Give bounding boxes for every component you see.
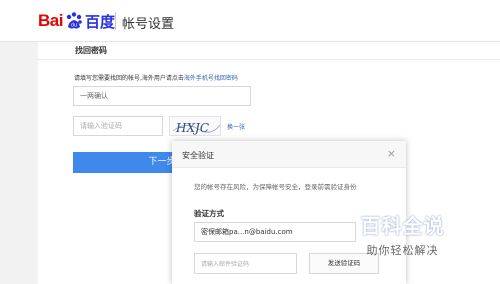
header-separator xyxy=(115,12,116,30)
watermark-subtitle: 助你轻松解决 xyxy=(366,244,439,257)
watermark-title: 百科全说 xyxy=(360,214,445,238)
baidu-logo[interactable]: Bai du 百度 xyxy=(38,9,115,33)
close-icon[interactable]: × xyxy=(387,147,396,160)
tip-text: 请填写您需要找回的帐号,海外用户请点击 xyxy=(74,75,184,82)
verify-method-select[interactable]: 密保邮箱pa...n@baidu.com xyxy=(194,222,356,242)
section-title: 找回密码 xyxy=(75,46,107,55)
verify-method-label: 验证方式 xyxy=(194,209,224,218)
refresh-captcha-link[interactable]: 换一张 xyxy=(227,122,245,131)
instruction-text: 请填写您需要找回的帐号,海外用户请点击海外手机号找回密码 xyxy=(74,73,238,82)
section-divider xyxy=(38,59,500,60)
dialog-header: 安全验证 × xyxy=(172,141,406,168)
dialog-description: 您的帐号存在风险，为保障帐号安全，登录前需验证身份 xyxy=(194,183,357,191)
overseas-link[interactable]: 海外手机号找回密码 xyxy=(184,75,238,82)
logo-text-bai: Bai xyxy=(38,11,63,30)
dialog-title: 安全验证 xyxy=(182,151,214,160)
svg-text:du: du xyxy=(71,23,77,29)
account-input[interactable]: 一两确认 xyxy=(73,86,251,106)
page-title: 帐号设置 xyxy=(122,17,175,32)
top-header: Bai du 百度 帐号设置 xyxy=(0,0,500,42)
captcha-image[interactable]: HXJC xyxy=(169,116,221,136)
logo-text-baidu: 百度 xyxy=(84,12,115,31)
captcha-text: HXJC xyxy=(175,121,209,135)
paw-icon: du xyxy=(66,12,82,29)
email-code-input[interactable]: 请输入邮件验证码 xyxy=(194,253,297,274)
watermark: 百科全说 助你轻松解决 xyxy=(340,210,465,258)
captcha-graphic: HXJC xyxy=(172,121,221,135)
captcha-input[interactable]: 请输入验证码 xyxy=(73,116,163,136)
